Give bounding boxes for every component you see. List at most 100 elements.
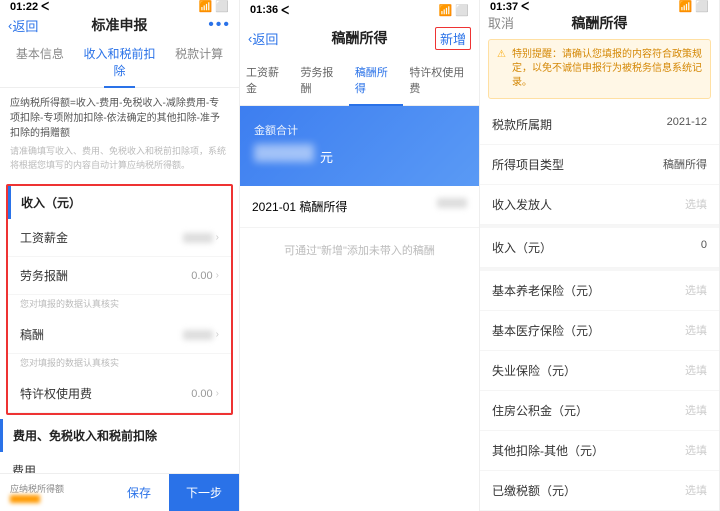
form-label: 基本医疗保险（元） bbox=[492, 322, 600, 339]
back-button[interactable]: ‹返回 bbox=[8, 16, 38, 35]
income-row-license[interactable]: 特许权使用费 0.00 › bbox=[8, 375, 231, 413]
blurred-value bbox=[437, 198, 467, 208]
page-title: 稿酬所得 bbox=[572, 13, 628, 33]
page-title: 稿酬所得 bbox=[332, 28, 388, 48]
form-label: 收入（元） bbox=[492, 239, 552, 256]
row-label: 工资薪金 bbox=[20, 229, 68, 246]
add-button[interactable]: 新增 bbox=[435, 27, 471, 50]
status-time: 01:22 bbox=[10, 1, 38, 13]
form-value: 0 bbox=[701, 239, 707, 256]
bottom-bar: 应纳税所得额 保存 下一步 bbox=[0, 473, 239, 511]
income-row-service[interactable]: 劳务报酬 0.00› bbox=[8, 257, 231, 295]
cancel-button[interactable]: 取消 bbox=[488, 13, 514, 32]
form-row-housing[interactable]: 住房公积金（元） 选填 bbox=[480, 391, 719, 431]
tab-service[interactable]: 劳务报酬 bbox=[294, 56, 348, 105]
income-list-item[interactable]: 2021-01 稿酬所得 bbox=[240, 186, 479, 228]
status-bar: 01:37 ᐸ 📶 ⬜ bbox=[480, 0, 719, 13]
form-row-paid-tax[interactable]: 已缴税额（元） 选填 bbox=[480, 471, 719, 511]
next-button[interactable]: 下一步 bbox=[169, 474, 239, 511]
status-bar: 01:36 ᐸ 📶 ⬜ bbox=[240, 0, 479, 20]
form-label: 收入发放人 bbox=[492, 196, 552, 213]
back-button[interactable]: ‹返回 bbox=[248, 29, 278, 48]
form-row-other-deduction[interactable]: 其他扣除-其他（元） 选填 bbox=[480, 431, 719, 471]
screen-royalty-form: 01:37 ᐸ 📶 ⬜ 取消 稿酬所得 ⚠ 特别提醒：请确认您填报的内容符合政策… bbox=[480, 0, 720, 511]
tab-salary[interactable]: 工资薪金 bbox=[240, 56, 294, 105]
warning-alert: ⚠ 特别提醒：请确认您填报的内容符合政策规定，以免不诚信申报行为被税务信息系统记… bbox=[488, 39, 711, 99]
form-label: 失业保险（元） bbox=[492, 362, 576, 379]
status-icons: 📶 ⬜ bbox=[679, 0, 709, 13]
form-label: 住房公积金（元） bbox=[492, 402, 588, 419]
form-row-tax-period[interactable]: 税款所属期 2021-12 bbox=[480, 105, 719, 145]
form-value: 选填 bbox=[685, 322, 707, 339]
form-row-income[interactable]: 收入（元） 0 bbox=[480, 228, 719, 268]
income-row-royalty[interactable]: 稿酬 › bbox=[8, 316, 231, 354]
nav-bar: ‹返回 标准申报 ••• bbox=[0, 13, 239, 37]
nav-bar: ‹返回 稿酬所得 新增 bbox=[240, 20, 479, 56]
form-value: 2021-12 bbox=[667, 116, 707, 133]
status-time: 01:36 bbox=[250, 4, 278, 16]
form-row-unemployment[interactable]: 失业保险（元） 选填 bbox=[480, 351, 719, 391]
chevron-right-icon: › bbox=[216, 388, 219, 399]
location-icon: ᐸ bbox=[281, 4, 289, 17]
location-icon: ᐸ bbox=[41, 0, 49, 13]
hint-text: 可通过"新增"添加未带入的稿酬 bbox=[240, 228, 479, 272]
save-button[interactable]: 保存 bbox=[109, 474, 169, 511]
tab-license[interactable]: 特许权使用费 bbox=[403, 56, 479, 105]
form-value: 选填 bbox=[685, 482, 707, 499]
tab-tax-calc[interactable]: 税款计算 bbox=[159, 37, 239, 87]
status-time: 01:37 bbox=[490, 1, 518, 13]
taxable-amount-info: 应纳税所得额 bbox=[0, 474, 109, 511]
formula-text: 应纳税所得额=收入-费用-免税收入-减除费用-专项扣除-专项附加扣除-依法确定的… bbox=[10, 96, 229, 141]
row-note: 您对填报的数据认真核实 bbox=[8, 295, 231, 316]
form-row-income-type[interactable]: 所得项目类型 稿酬所得 bbox=[480, 145, 719, 185]
fee-section-header: 费用、免税收入和税前扣除 bbox=[0, 419, 239, 452]
form-value: 选填 bbox=[685, 282, 707, 299]
chevron-right-icon: › bbox=[216, 329, 219, 340]
form-row-payer[interactable]: 收入发放人 选填 bbox=[480, 185, 719, 225]
blurred-value bbox=[183, 330, 213, 340]
card-unit: 元 bbox=[320, 147, 333, 166]
total-amount-card: 金额合计 元 bbox=[240, 106, 479, 186]
status-icons: 📶 ⬜ bbox=[199, 0, 229, 13]
status-icons: 📶 ⬜ bbox=[439, 4, 469, 17]
form-label: 税款所属期 bbox=[492, 116, 552, 133]
location-icon: ᐸ bbox=[521, 0, 529, 13]
form-value: 稿酬所得 bbox=[663, 156, 707, 173]
income-row-salary[interactable]: 工资薪金 › bbox=[8, 219, 231, 257]
form-label: 已缴税额（元） bbox=[492, 482, 576, 499]
form-value: 选填 bbox=[685, 196, 707, 213]
tab-basic-info[interactable]: 基本信息 bbox=[0, 37, 80, 87]
status-bar: 01:22 ᐸ 📶 ⬜ bbox=[0, 0, 239, 13]
blurred-amount bbox=[10, 495, 40, 503]
formula-note: 请准确填写收入、费用、免税收入和税前扣除项，系统将根据您填写的内容自动计算应纳税… bbox=[10, 145, 229, 172]
income-section-header: 收入（元） bbox=[8, 186, 231, 219]
form-value: 选填 bbox=[685, 362, 707, 379]
tab-royalty[interactable]: 稿酬所得 bbox=[349, 56, 403, 106]
form-value: 选填 bbox=[685, 402, 707, 419]
form-label: 基本养老保险（元） bbox=[492, 282, 600, 299]
form-label: 所得项目类型 bbox=[492, 156, 564, 173]
form-value: 选填 bbox=[685, 442, 707, 459]
highlight-frame: 收入（元） 工资薪金 › 劳务报酬 0.00› 您对填报的数据认真核实 稿酬 ›… bbox=[6, 184, 233, 415]
screen-royalty-list: 01:36 ᐸ 📶 ⬜ ‹返回 稿酬所得 新增 工资薪金 劳务报酬 稿酬所得 特… bbox=[240, 0, 480, 511]
form-row-pension[interactable]: 基本养老保险（元） 选填 bbox=[480, 271, 719, 311]
primary-tabs: 基本信息 收入和税前扣除 税款计算 bbox=[0, 37, 239, 88]
row-label: 稿酬 bbox=[20, 326, 44, 343]
row-value: 0.00 bbox=[191, 270, 212, 282]
bottom-label: 应纳税所得额 bbox=[10, 482, 109, 495]
row-value: 0.00 bbox=[191, 388, 212, 400]
more-button[interactable]: ••• bbox=[208, 16, 231, 34]
page-title: 标准申报 bbox=[92, 15, 148, 35]
tab-income-deduction[interactable]: 收入和税前扣除 bbox=[80, 37, 160, 87]
row-label: 特许权使用费 bbox=[20, 385, 92, 402]
alert-text: 特别提醒：请确认您填报的内容符合政策规定，以免不诚信申报行为被税务信息系统记录。 bbox=[512, 48, 702, 90]
chevron-right-icon: › bbox=[216, 270, 219, 281]
form-label: 其他扣除-其他（元） bbox=[492, 442, 604, 459]
blurred-value bbox=[183, 233, 213, 243]
form-row-medical[interactable]: 基本医疗保险（元） 选填 bbox=[480, 311, 719, 351]
chevron-right-icon: › bbox=[216, 232, 219, 243]
row-note: 您对填报的数据认真核实 bbox=[8, 354, 231, 375]
income-type-tabs: 工资薪金 劳务报酬 稿酬所得 特许权使用费 bbox=[240, 56, 479, 106]
nav-bar: 取消 稿酬所得 bbox=[480, 13, 719, 33]
card-title: 金额合计 bbox=[254, 122, 465, 138]
